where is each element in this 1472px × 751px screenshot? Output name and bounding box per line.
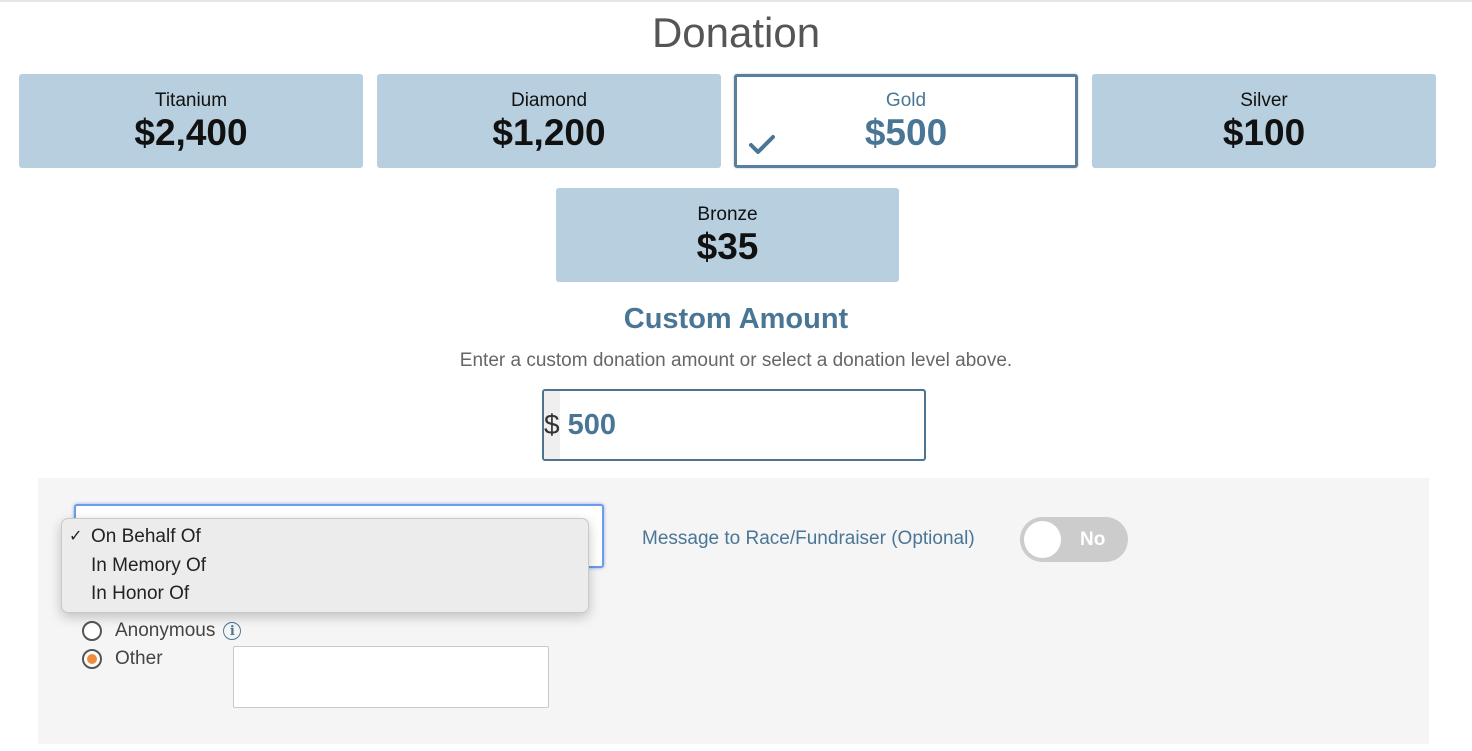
message-toggle-label: Message to Race/Fundraiser (Optional): [642, 528, 975, 549]
custom-amount-field[interactable]: $: [542, 389, 926, 461]
checkmark-icon: [749, 135, 775, 154]
other-name-input[interactable]: [233, 646, 549, 708]
message-toggle[interactable]: No: [1020, 517, 1128, 562]
custom-amount-help: Enter a custom donation amount or select…: [459, 350, 1013, 371]
level-titanium-button[interactable]: Titanium $2,400: [19, 74, 363, 168]
level-gold-button[interactable]: Gold $500: [734, 74, 1078, 168]
anonymous-option[interactable]: Anonymous i: [82, 618, 242, 644]
other-option[interactable]: Other: [82, 646, 163, 672]
level-name: Bronze: [697, 204, 758, 225]
top-divider: [0, 0, 1472, 2]
level-name: Silver: [1240, 90, 1288, 111]
currency-prefix: $: [544, 391, 560, 459]
level-amount: $100: [1222, 112, 1306, 153]
level-diamond-button[interactable]: Diamond $1,200: [377, 74, 721, 168]
dropdown-option-in-honor-of[interactable]: In Honor Of: [62, 580, 588, 608]
level-name: Diamond: [510, 90, 588, 111]
anonymous-label: Anonymous: [115, 620, 216, 641]
level-bronze-button[interactable]: Bronze $35: [556, 188, 899, 282]
dropdown-option-label: In Memory Of: [91, 555, 207, 576]
dropdown-option-on-behalf-of[interactable]: ✓ On Behalf Of: [62, 523, 588, 551]
other-label: Other: [115, 648, 163, 669]
recognition-type-dropdown: ✓ On Behalf Of In Memory Of In Honor Of: [61, 518, 589, 613]
custom-amount-title: Custom Amount: [623, 303, 849, 335]
level-amount: $1,200: [492, 112, 606, 153]
level-amount: $35: [696, 226, 759, 267]
level-silver-button[interactable]: Silver $100: [1092, 74, 1436, 168]
toggle-knob: [1024, 521, 1061, 558]
dropdown-option-label: In Honor Of: [91, 583, 190, 604]
anonymous-radio[interactable]: [82, 621, 102, 641]
dropdown-option-in-memory-of[interactable]: In Memory Of: [62, 552, 588, 580]
check-icon: ✓: [69, 528, 83, 545]
info-icon[interactable]: i: [223, 622, 242, 640]
level-amount: $500: [864, 112, 948, 153]
dropdown-option-label: On Behalf Of: [91, 526, 201, 547]
toggle-state-label: No: [1080, 529, 1106, 550]
level-name: Gold: [885, 90, 927, 111]
other-radio[interactable]: [82, 649, 102, 669]
custom-amount-input[interactable]: [559, 391, 924, 459]
page-title: Donation: [651, 9, 821, 56]
level-amount: $2,400: [134, 112, 248, 153]
level-name: Titanium: [154, 90, 228, 111]
